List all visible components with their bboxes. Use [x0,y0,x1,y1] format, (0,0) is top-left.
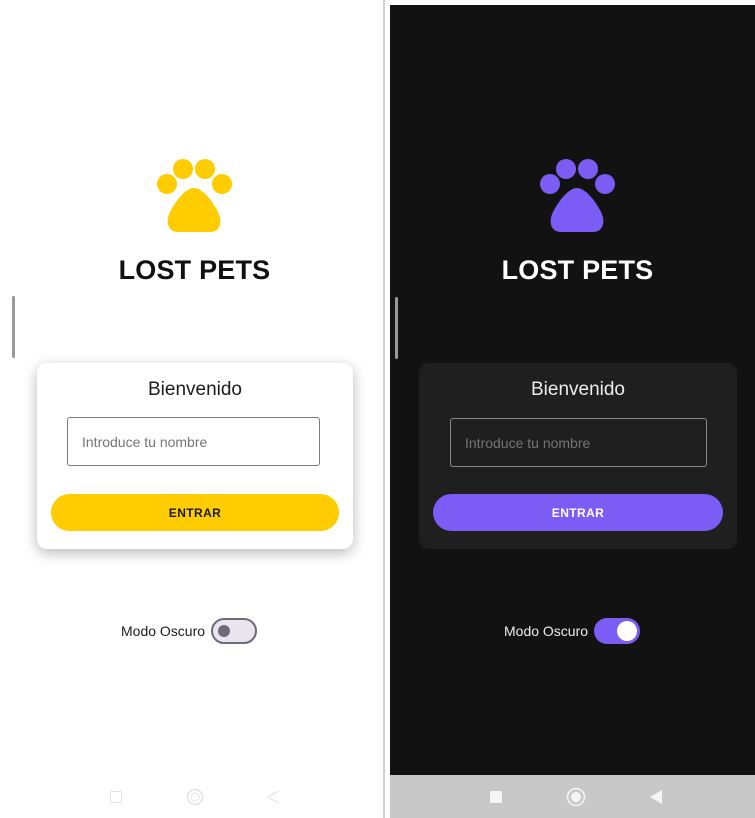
welcome-heading: Bienvenido [147,379,243,400]
dark-mode-toggle[interactable] [594,618,641,644]
dark-mode-row: Modo Oscuro [504,618,641,644]
login-card: Bienvenido ENTRAR [419,363,737,549]
dark-mode-row: Modo Oscuro [121,618,258,644]
scroll-indicator [12,296,15,358]
name-input[interactable] [450,418,707,467]
scroll-indicator [395,297,398,359]
comparison-stage: LOST PETS Bienvenido ENTRAR Modo Oscuro [0,0,755,818]
toggle-knob [218,625,231,637]
paw-icon [540,159,615,232]
toggle-knob [617,621,638,641]
navigation-bar [390,775,755,818]
login-card: Bienvenido ENTRAR [37,363,353,549]
circle-icon[interactable] [566,787,586,807]
dark-mode-label: Modo Oscuro [121,623,206,639]
enter-button[interactable]: ENTRAR [433,494,723,531]
welcome-heading: Bienvenido [530,379,626,400]
enter-button[interactable]: ENTRAR [51,494,339,531]
triangle-back-icon[interactable] [649,789,663,804]
light-mode-screen: LOST PETS Bienvenido ENTRAR Modo Oscuro [0,0,383,818]
square-icon[interactable] [110,790,122,803]
square-icon[interactable] [490,790,502,803]
app-title: LOST PETS [118,255,271,285]
circle-icon[interactable] [186,788,204,806]
app-title: LOST PETS [501,255,654,285]
dark-mode-screen: LOST PETS Bienvenido ENTRAR Modo Oscuro [390,5,755,818]
navigation-bar [0,775,383,818]
name-input[interactable] [67,417,320,466]
dark-mode-label: Modo Oscuro [504,623,589,639]
dark-mode-toggle[interactable] [211,618,258,644]
triangle-back-icon[interactable] [266,790,280,803]
paw-icon [157,159,232,232]
